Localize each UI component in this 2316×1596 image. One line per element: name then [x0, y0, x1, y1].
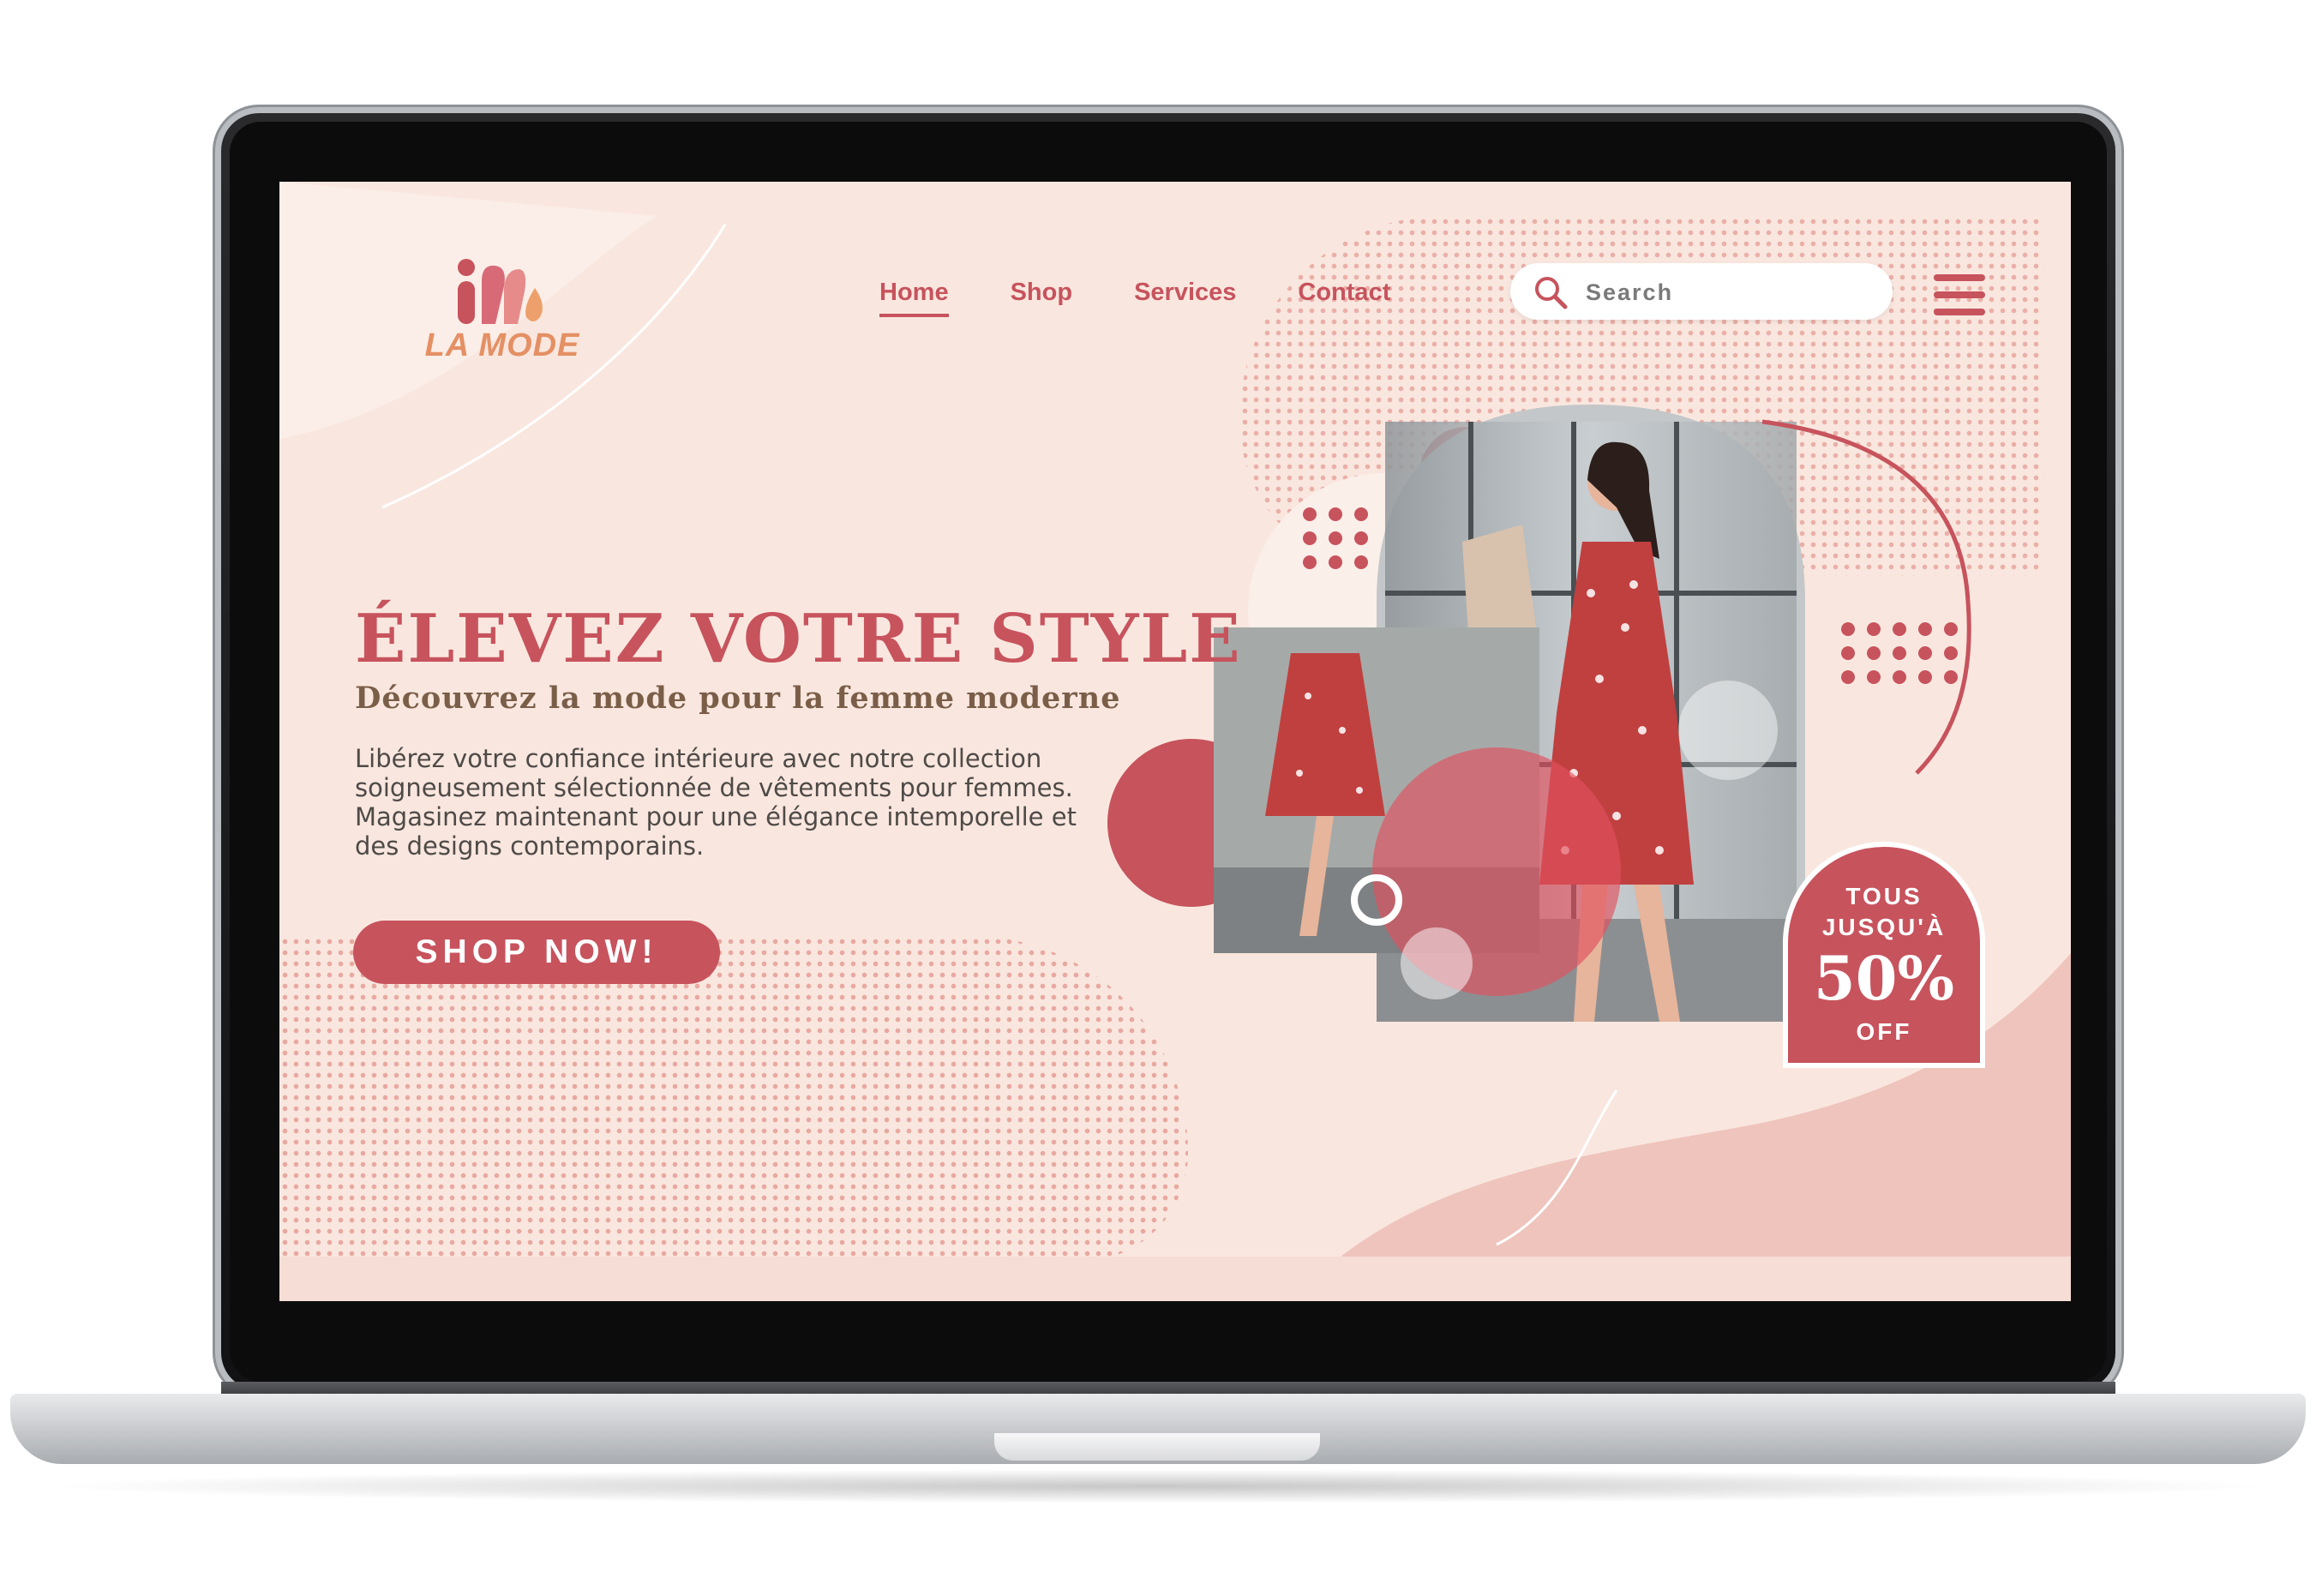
hero-body-text: Libérez votre confiance intérieure avec … — [355, 744, 1077, 861]
promo-line-1: TOUS — [1845, 883, 1923, 909]
nav-item-contact[interactable]: Contact — [1298, 279, 1390, 317]
logo-mark-icon — [458, 259, 543, 324]
laptop-shadow — [34, 1469, 2282, 1503]
brand-name: LA MODE — [424, 327, 580, 363]
promo-badge[interactable]: TOUS JUSQU'À 50% OFF — [1783, 842, 1985, 1068]
nav-item-services[interactable]: Services — [1134, 279, 1236, 317]
search-bar[interactable] — [1510, 263, 1893, 320]
shop-now-button[interactable]: SHOP NOW! — [353, 921, 720, 984]
nav-item-home[interactable]: Home — [879, 279, 949, 317]
screen-bottom-band — [279, 1257, 2071, 1301]
search-icon[interactable] — [1533, 274, 1569, 310]
main-nav: Home Shop Services Contact — [879, 279, 1390, 317]
brand-logo[interactable]: LA MODE — [408, 257, 614, 377]
hero-headline: ÉLEVEZ VOTRE STYLE — [355, 600, 1242, 678]
translucent-grey-circle — [1401, 927, 1473, 999]
search-input[interactable] — [1584, 275, 1870, 309]
hero-subheadline: Découvrez la mode pour la femme moderne — [355, 681, 1121, 716]
hamburger-menu-icon[interactable] — [1934, 274, 1985, 315]
laptop-notch — [994, 1433, 1320, 1461]
promo-discount-value: 50% — [1814, 943, 1954, 1014]
dot-cluster-right — [1841, 622, 1958, 684]
nav-item-shop[interactable]: Shop — [1011, 279, 1073, 317]
promo-line-2: JUSQU'À — [1821, 914, 1947, 940]
promo-off-label: OFF — [1856, 1018, 1912, 1045]
dots-pattern-bottom-left — [279, 936, 1188, 1262]
website-screen: LA MODE Home Shop Services Contact ÉLEVE… — [279, 182, 2071, 1301]
translucent-white-circle — [1678, 681, 1778, 780]
dot-cluster-top — [1303, 507, 1368, 569]
